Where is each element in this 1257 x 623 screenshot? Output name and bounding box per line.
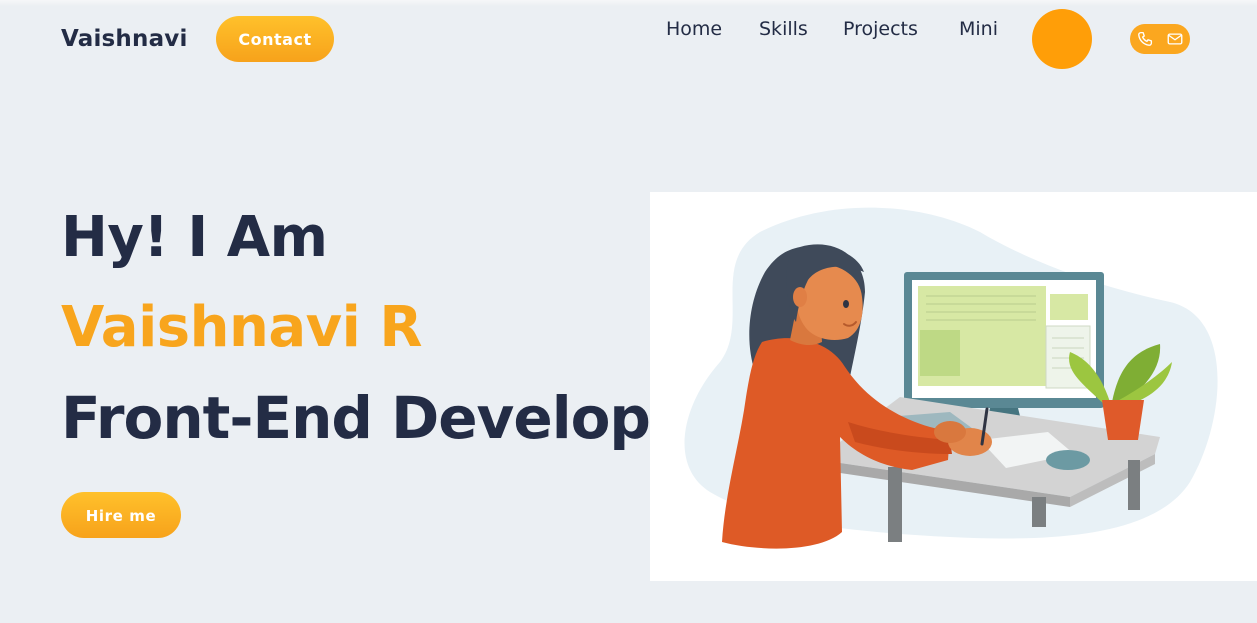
contact-icons-pill bbox=[1130, 24, 1190, 54]
phone-icon[interactable] bbox=[1136, 30, 1154, 48]
brand-name[interactable]: Vaishnavi bbox=[61, 26, 188, 52]
woman-at-computer-illustration bbox=[684, 207, 1218, 549]
hero-role: Front-End Developer bbox=[61, 384, 717, 452]
hero-name: Vaishnavi R bbox=[61, 295, 422, 360]
hire-me-button[interactable]: Hire me bbox=[61, 492, 181, 538]
nav-link-skills[interactable]: Skills bbox=[759, 18, 808, 42]
nav-link-home[interactable]: Home bbox=[666, 18, 722, 42]
developer-illustration bbox=[650, 192, 1257, 581]
nav-link-projects[interactable]: Projects bbox=[843, 18, 918, 42]
hero-greeting: Hy! I Am bbox=[61, 205, 328, 270]
nav-link-mini[interactable]: Mini bbox=[959, 18, 998, 42]
mail-icon[interactable] bbox=[1166, 30, 1184, 48]
contact-button[interactable]: Contact bbox=[216, 16, 334, 62]
top-shadow bbox=[0, 0, 1257, 6]
theme-toggle-circle[interactable] bbox=[1032, 9, 1092, 69]
top-navigation-bar: Vaishnavi Contact Home Skills Projects M… bbox=[0, 0, 1257, 80]
